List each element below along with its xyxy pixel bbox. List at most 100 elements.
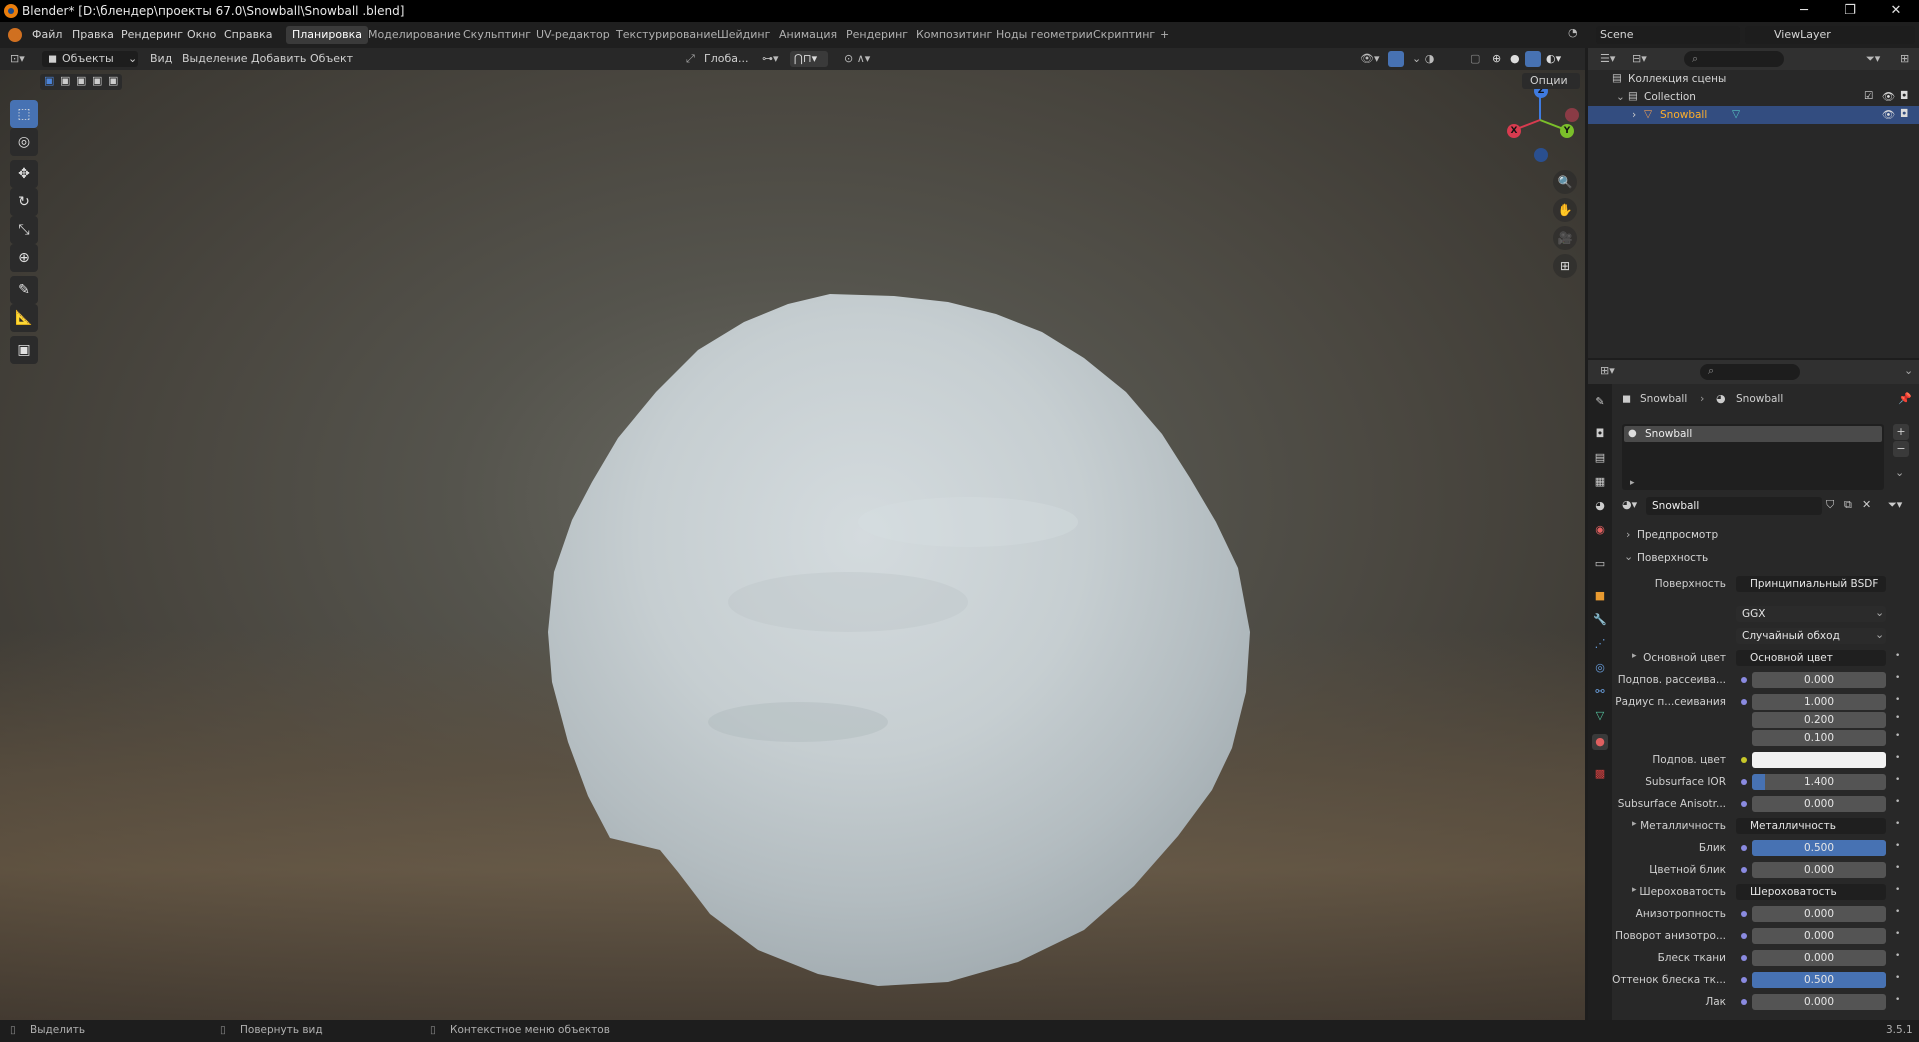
tab-compositing[interactable]: Композитинг (910, 26, 998, 44)
expand-icon[interactable]: ▸ (1632, 651, 1637, 661)
modifier-tab-icon[interactable]: 🔧 (1592, 612, 1608, 628)
keyframe-icon[interactable]: • (1895, 841, 1900, 851)
node-filter-icon[interactable]: ⏷▾ (1888, 498, 1902, 512)
unlink-icon[interactable]: ✕ (1862, 498, 1871, 511)
output-tab-icon[interactable]: ▤ (1592, 450, 1608, 466)
tool-tab-icon[interactable]: ✎ (1592, 394, 1608, 410)
3d-viewport[interactable]: ⬚ ◎ ✥ ↻ ⤡ ⊕ ✎ 📐 ▣ Z Y X 🔍 ✋ 🎥 ⊞ (0, 70, 1585, 1020)
shading-solid-icon[interactable]: ● (1510, 52, 1520, 65)
collection-tab-icon[interactable]: ▭ (1592, 556, 1608, 572)
eye-icon[interactable]: 👁 (1882, 90, 1895, 103)
filter-icon[interactable]: ⏷▾ (1866, 52, 1880, 66)
linked-input-field[interactable]: Металличность (1736, 818, 1886, 834)
menu-file[interactable]: Файл (32, 28, 62, 41)
keyframe-icon[interactable]: • (1895, 797, 1900, 807)
preview-section[interactable]: Предпросмотр (1637, 529, 1718, 541)
select-invert-icon[interactable]: ▣ (92, 74, 102, 87)
keyframe-icon[interactable]: • (1895, 651, 1900, 661)
keyframe-icon[interactable]: • (1895, 673, 1900, 683)
restore-button[interactable]: ❐ (1827, 0, 1873, 22)
annotate-tool[interactable]: ✎ (10, 276, 38, 304)
editor-type-icon[interactable]: ⊡▾ (10, 52, 25, 65)
tab-uv-editing[interactable]: UV-редактор (530, 26, 616, 44)
keyframe-icon[interactable]: • (1895, 863, 1900, 873)
socket-icon[interactable] (1741, 955, 1747, 961)
outliner-search-input[interactable] (1684, 51, 1784, 67)
outliner-row-scene-collection[interactable]: ▤ Коллекция сцены (1588, 70, 1919, 88)
keyframe-icon[interactable]: • (1895, 995, 1900, 1005)
transform-tool[interactable]: ⊕ (10, 244, 38, 272)
menu-object[interactable]: Объект (310, 52, 353, 65)
number-field[interactable]: 0.000 (1752, 862, 1886, 878)
number-field[interactable]: 0.500 (1752, 972, 1886, 988)
distribution-dropdown[interactable]: GGX (1736, 606, 1886, 622)
select-box-tool[interactable]: ⬚ (10, 100, 38, 128)
outliner-row-collection[interactable]: ⌄ ▤ Collection ☑ 👁 ◘ (1588, 88, 1919, 106)
chevron-down-icon[interactable]: ⌄ (1624, 550, 1633, 563)
menu-view[interactable]: Вид (150, 52, 172, 65)
gizmo-neg-x[interactable] (1565, 108, 1579, 122)
rotate-tool[interactable]: ↻ (10, 188, 38, 216)
properties-search-input[interactable] (1700, 364, 1800, 380)
minimize-button[interactable]: ─ (1781, 0, 1827, 22)
orientation-selector[interactable]: Глоба... (704, 52, 748, 65)
render-tab-icon[interactable]: ◘ (1592, 426, 1608, 442)
menu-edit[interactable]: Правка (72, 28, 114, 41)
fake-user-icon[interactable]: ⛉ (1826, 498, 1834, 512)
particles-tab-icon[interactable]: ⋰ (1592, 636, 1608, 652)
expand-icon[interactable]: ▸ (1632, 885, 1637, 895)
socket-icon[interactable] (1741, 757, 1747, 763)
tab-scripting[interactable]: Скриптинг (1087, 26, 1161, 44)
number-field[interactable]: 0.000 (1752, 950, 1886, 966)
linked-input-field[interactable]: Основной цвет (1736, 650, 1886, 666)
keyframe-icon[interactable]: • (1895, 907, 1900, 917)
chevron-right-icon[interactable]: › (1626, 528, 1630, 541)
outliner-row-snowball[interactable]: › ▽ Snowball ▽ 👁 ◘ (1588, 106, 1919, 124)
select-extend-icon[interactable]: ▣ (60, 74, 70, 87)
tab-sculpting[interactable]: Скульптинг (457, 26, 537, 44)
number-field[interactable]: 1.400 (1752, 774, 1886, 790)
keyframe-icon[interactable]: • (1895, 731, 1900, 741)
number-field[interactable]: 0.000 (1752, 906, 1886, 922)
socket-icon[interactable] (1741, 911, 1747, 917)
data-tab-icon[interactable]: ▽ (1592, 708, 1608, 724)
add-workspace-button[interactable]: + (1154, 26, 1175, 44)
pin-icon[interactable]: 📌 (1898, 392, 1912, 405)
pivot-icon[interactable]: ⊶▾ (762, 52, 779, 65)
gizmo-y[interactable]: Y (1560, 124, 1574, 138)
gizmo-toggle[interactable] (1388, 51, 1404, 67)
snowball-mesh[interactable] (548, 222, 1308, 1002)
shading-wireframe-icon[interactable]: ⊕ (1492, 52, 1501, 65)
menu-add[interactable]: Добавить (251, 52, 306, 65)
keyframe-icon[interactable]: • (1895, 951, 1900, 961)
add-slot-button[interactable]: + (1893, 424, 1909, 440)
socket-icon[interactable] (1741, 801, 1747, 807)
eye-icon[interactable]: 👁 (1882, 108, 1895, 121)
tab-geometry-nodes[interactable]: Ноды геометрии (990, 26, 1099, 44)
menu-window[interactable]: Окно (187, 28, 216, 41)
keyframe-icon[interactable]: • (1895, 929, 1900, 939)
properties-editor-icon[interactable]: ⊞▾ (1600, 364, 1615, 377)
camera-icon[interactable]: 🎥 (1553, 226, 1577, 250)
chevron-right-icon[interactable]: › (1632, 109, 1636, 121)
select-intersect-icon[interactable]: ▣ (108, 74, 118, 87)
keyframe-icon[interactable]: • (1895, 695, 1900, 705)
shading-material-icon[interactable] (1525, 51, 1541, 67)
socket-icon[interactable] (1741, 845, 1747, 851)
number-field[interactable]: 0.000 (1752, 672, 1886, 688)
move-tool[interactable]: ✥ (10, 160, 38, 188)
scene-tab-icon[interactable]: ◕ (1592, 498, 1608, 514)
tab-rendering[interactable]: Рендеринг (840, 26, 914, 44)
display-mode-icon[interactable]: ⊟▾ (1632, 52, 1647, 65)
grid-ortho-icon[interactable]: ⊞ (1553, 254, 1577, 278)
tab-shading[interactable]: Шейдинг (711, 26, 776, 44)
overlays-icon[interactable]: ⌄ ◑ (1412, 52, 1434, 65)
outliner-editor-icon[interactable]: ☰▾ (1600, 52, 1615, 65)
camera-render-icon[interactable]: ◘ (1900, 90, 1908, 102)
gizmo-neg-z[interactable] (1534, 148, 1548, 162)
new-collection-icon[interactable]: ⊞ (1900, 52, 1909, 65)
gizmo-x[interactable]: X (1507, 124, 1521, 138)
duplicate-icon[interactable]: ⧉ (1844, 498, 1852, 512)
visibility-icon[interactable]: 👁▾ (1360, 52, 1380, 65)
chevron-down-icon[interactable]: ⌄ (1904, 364, 1913, 377)
